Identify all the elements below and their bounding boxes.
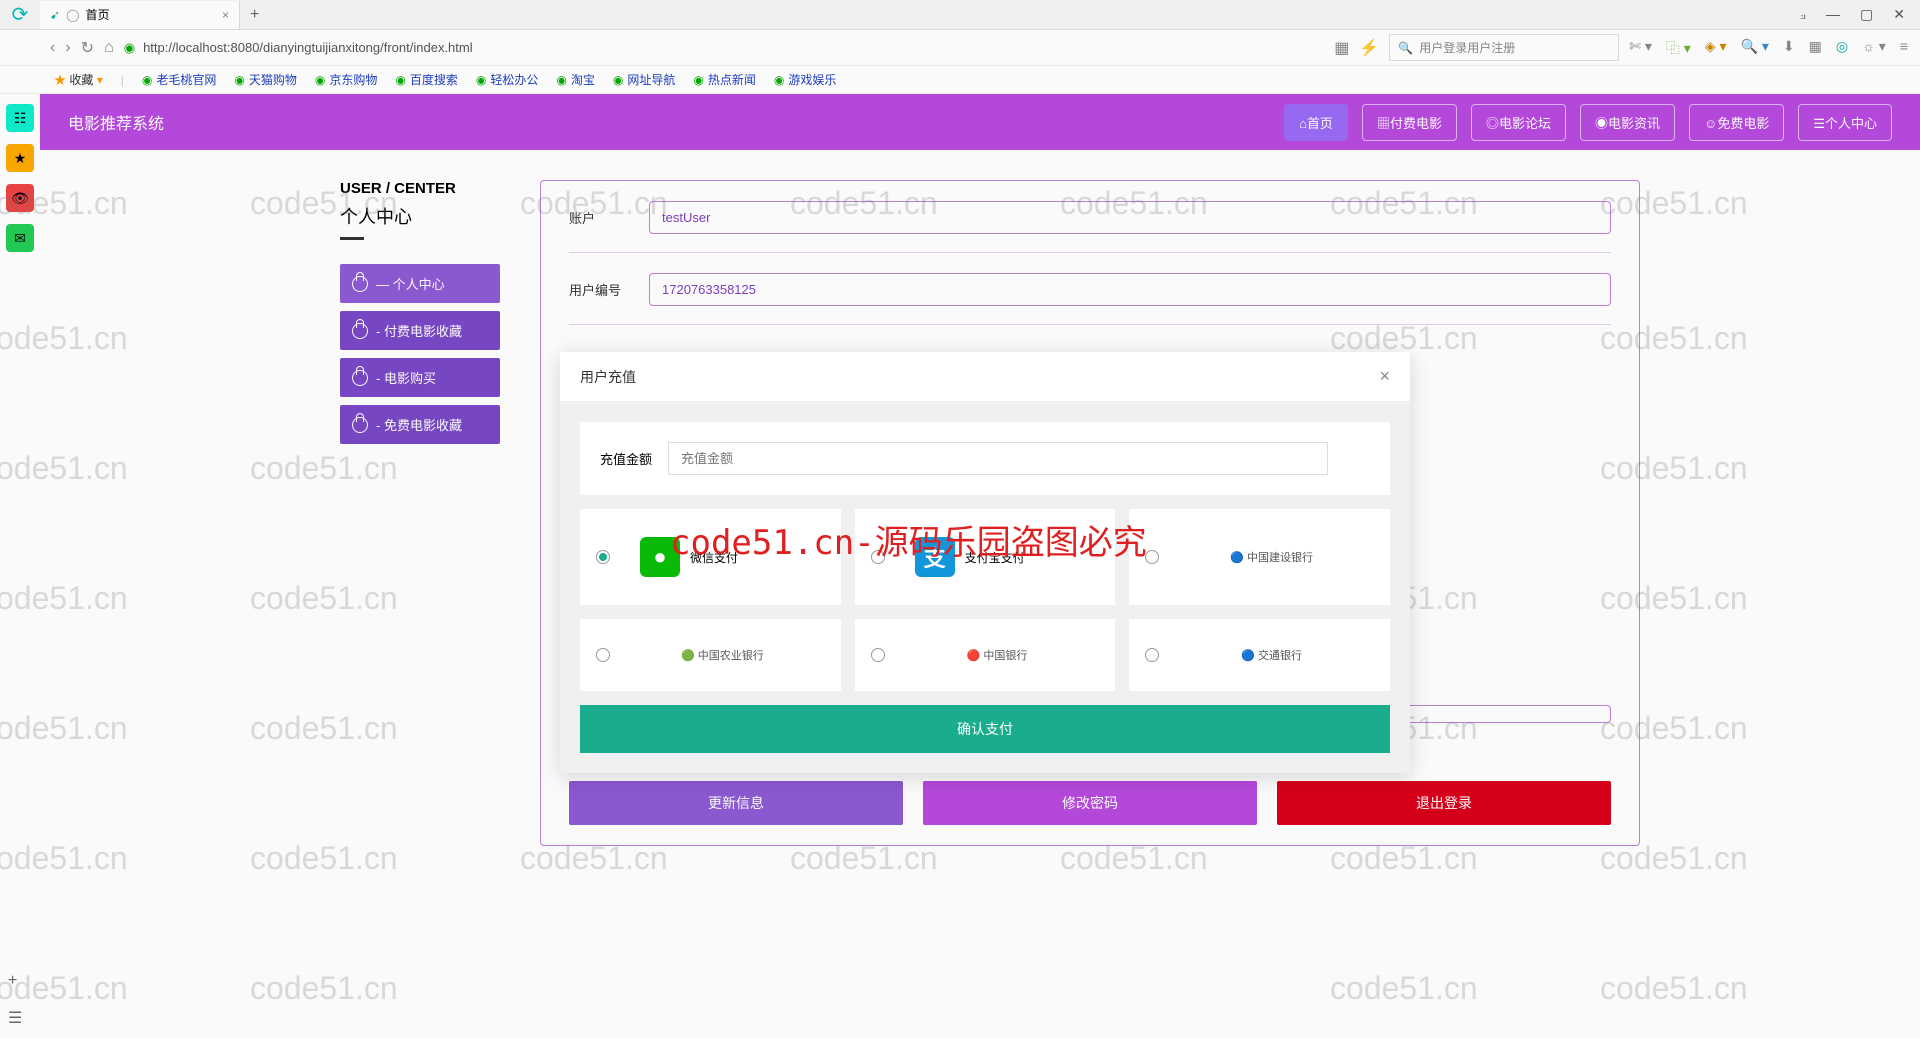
recharge-modal: 用户充值 × 充值金额 ● 微信支付 支 支付宝支付 🔵 中国建设银行 [560,352,1410,773]
abc-logo: 🟢 中国农业银行 [620,647,825,663]
amount-input[interactable] [668,442,1328,475]
bocom-logo: 🔵 交通银行 [1169,647,1374,663]
radio-icon[interactable] [1145,648,1159,662]
pay-option-wechat[interactable]: ● 微信支付 [580,509,841,605]
radio-icon[interactable] [1145,550,1159,564]
list-icon[interactable]: ☰ [8,1008,22,1028]
plus-icon[interactable]: + [8,972,22,990]
boc-logo: 🔴 中国银行 [895,647,1100,663]
pay-option-boc[interactable]: 🔴 中国银行 [855,619,1116,691]
radio-icon[interactable] [871,648,885,662]
ccb-logo: 🔵 中国建设银行 [1169,549,1374,565]
radio-icon[interactable] [596,648,610,662]
pay-option-bocom[interactable]: 🔵 交通银行 [1129,619,1390,691]
pay-option-alipay[interactable]: 支 支付宝支付 [855,509,1116,605]
wechat-icon: ● [640,537,680,577]
pay-option-abc[interactable]: 🟢 中国农业银行 [580,619,841,691]
confirm-pay-button[interactable]: 确认支付 [580,705,1390,753]
modal-title: 用户充值 [580,367,636,387]
pay-option-ccb[interactable]: 🔵 中国建设银行 [1129,509,1390,605]
radio-icon[interactable] [596,550,610,564]
radio-icon[interactable] [871,550,885,564]
amount-label: 充值金额 [600,449,652,468]
alipay-icon: 支 [915,537,955,577]
close-icon[interactable]: × [1379,366,1390,387]
